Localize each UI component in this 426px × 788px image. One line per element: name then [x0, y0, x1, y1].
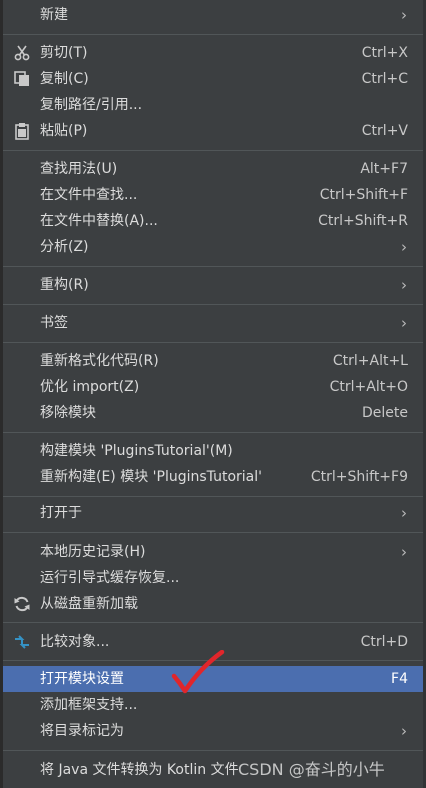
- menu-item-label: 书签: [40, 315, 68, 331]
- scissors-icon: [13, 44, 31, 62]
- menu-item-label: 查找用法(U): [40, 161, 118, 177]
- menu-item-label: 打开模块设置: [40, 671, 124, 687]
- context-menu: 新建 › 剪切(T) Ctrl+X 复制(C) Ctrl+C 复制路径/引用..…: [0, 0, 426, 788]
- shortcut-label: Ctrl+C: [361, 71, 408, 87]
- menu-item-guided-cache-recovery[interactable]: 运行引导式缓存恢复...: [3, 565, 423, 591]
- menu-item-find-usages[interactable]: 查找用法(U) Alt+F7: [3, 156, 423, 182]
- reload-icon: [13, 595, 31, 613]
- separator: [3, 342, 423, 343]
- menu-item-label: 分析(Z): [40, 239, 89, 255]
- menu-item-refactor[interactable]: 重构(R) ›: [3, 272, 423, 298]
- submenu-arrow-icon: ›: [401, 276, 407, 294]
- shortcut-label: Alt+F7: [360, 161, 408, 177]
- watermark: CSDN @奋斗的小牛: [238, 760, 385, 779]
- submenu-arrow-icon: ›: [401, 722, 407, 740]
- menu-item-label: 粘贴(P): [40, 123, 88, 139]
- menu-item-label: 运行引导式缓存恢复...: [40, 570, 180, 586]
- menu-item-new[interactable]: 新建 ›: [3, 2, 423, 28]
- menu-item-label: 将目录标记为: [40, 723, 124, 739]
- menu-item-build-module[interactable]: 构建模块 'PluginsTutorial'(M): [3, 438, 423, 464]
- menu-item-label: 重新格式化代码(R): [40, 353, 159, 369]
- menu-item-optimize-imports[interactable]: 优化 import(Z) Ctrl+Alt+O: [3, 374, 423, 400]
- separator: [3, 622, 423, 623]
- submenu-arrow-icon: ›: [401, 314, 407, 332]
- menu-item-label: 重构(R): [40, 277, 89, 293]
- menu-item-label: 构建模块 'PluginsTutorial'(M): [40, 443, 233, 459]
- clipboard-icon: [13, 122, 31, 140]
- menu-item-label: 优化 import(Z): [40, 379, 140, 395]
- menu-item-label: 比较对象...: [40, 634, 110, 650]
- separator: [3, 34, 423, 35]
- menu-item-copy[interactable]: 复制(C) Ctrl+C: [3, 66, 423, 92]
- menu-item-label: 重新构建(E) 模块 'PluginsTutorial': [40, 469, 262, 485]
- menu-item-label: 从磁盘重新加载: [40, 596, 138, 612]
- separator: [3, 304, 423, 305]
- separator: [3, 266, 423, 267]
- menu-item-open-in[interactable]: 打开于 ›: [3, 500, 423, 526]
- submenu-arrow-icon: ›: [401, 504, 407, 522]
- separator: [3, 750, 423, 751]
- menu-item-copy-path[interactable]: 复制路径/引用...: [3, 92, 423, 118]
- menu-item-label: 打开于: [40, 505, 82, 521]
- checkmark-annotation-icon: [171, 650, 225, 694]
- menu-item-mark-directory-as[interactable]: 将目录标记为 ›: [3, 718, 423, 744]
- menu-item-reformat-code[interactable]: 重新格式化代码(R) Ctrl+Alt+L: [3, 348, 423, 374]
- shortcut-label: Ctrl+V: [361, 123, 408, 139]
- menu-item-label: 在文件中查找...: [40, 187, 138, 203]
- menu-item-label: 剪切(T): [40, 45, 88, 61]
- copy-icon: [13, 70, 31, 88]
- menu-item-rebuild-module[interactable]: 重新构建(E) 模块 'PluginsTutorial' Ctrl+Shift+…: [3, 464, 423, 490]
- menu-item-local-history[interactable]: 本地历史记录(H) ›: [3, 539, 423, 565]
- menu-item-label: 新建: [40, 7, 68, 23]
- menu-item-label: 复制路径/引用...: [40, 97, 143, 113]
- submenu-arrow-icon: ›: [401, 543, 407, 561]
- menu-item-replace-in-files[interactable]: 在文件中替换(A)... Ctrl+Shift+R: [3, 208, 423, 234]
- menu-item-bookmarks[interactable]: 书签 ›: [3, 310, 423, 336]
- menu-item-label: 复制(C): [40, 71, 89, 87]
- menu-item-label: 移除模块: [40, 405, 96, 421]
- shortcut-label: Ctrl+Alt+O: [329, 379, 408, 395]
- menu-item-find-in-files[interactable]: 在文件中查找... Ctrl+Shift+F: [3, 182, 423, 208]
- shortcut-label: Ctrl+Alt+L: [332, 353, 408, 369]
- menu-item-label: 本地历史记录(H): [40, 544, 146, 560]
- submenu-arrow-icon: ›: [401, 238, 407, 256]
- separator: [3, 496, 423, 497]
- shortcut-label: Ctrl+Shift+F9: [310, 469, 408, 485]
- menu-item-remove-module[interactable]: 移除模块 Delete: [3, 400, 423, 426]
- menu-item-label: 将 Java 文件转换为 Kotlin 文件: [40, 762, 239, 778]
- shortcut-label: Delete: [362, 405, 408, 421]
- menu-item-analyze[interactable]: 分析(Z) ›: [3, 234, 423, 260]
- compare-icon: [13, 633, 31, 651]
- separator: [3, 432, 423, 433]
- menu-item-label: 添加框架支持...: [40, 697, 138, 713]
- separator: [3, 150, 423, 151]
- separator: [3, 532, 423, 533]
- shortcut-label: Ctrl+D: [360, 634, 408, 650]
- shortcut-label: Ctrl+X: [361, 45, 408, 61]
- shortcut-label: Ctrl+Shift+R: [318, 213, 408, 229]
- menu-item-reload-from-disk[interactable]: 从磁盘重新加载: [3, 591, 423, 617]
- submenu-arrow-icon: ›: [401, 6, 407, 24]
- menu-item-cut[interactable]: 剪切(T) Ctrl+X: [3, 40, 423, 66]
- menu-item-label: 在文件中替换(A)...: [40, 213, 158, 229]
- shortcut-label: F4: [391, 671, 408, 687]
- shortcut-label: Ctrl+Shift+F: [319, 187, 408, 203]
- menu-item-paste[interactable]: 粘贴(P) Ctrl+V: [3, 118, 423, 144]
